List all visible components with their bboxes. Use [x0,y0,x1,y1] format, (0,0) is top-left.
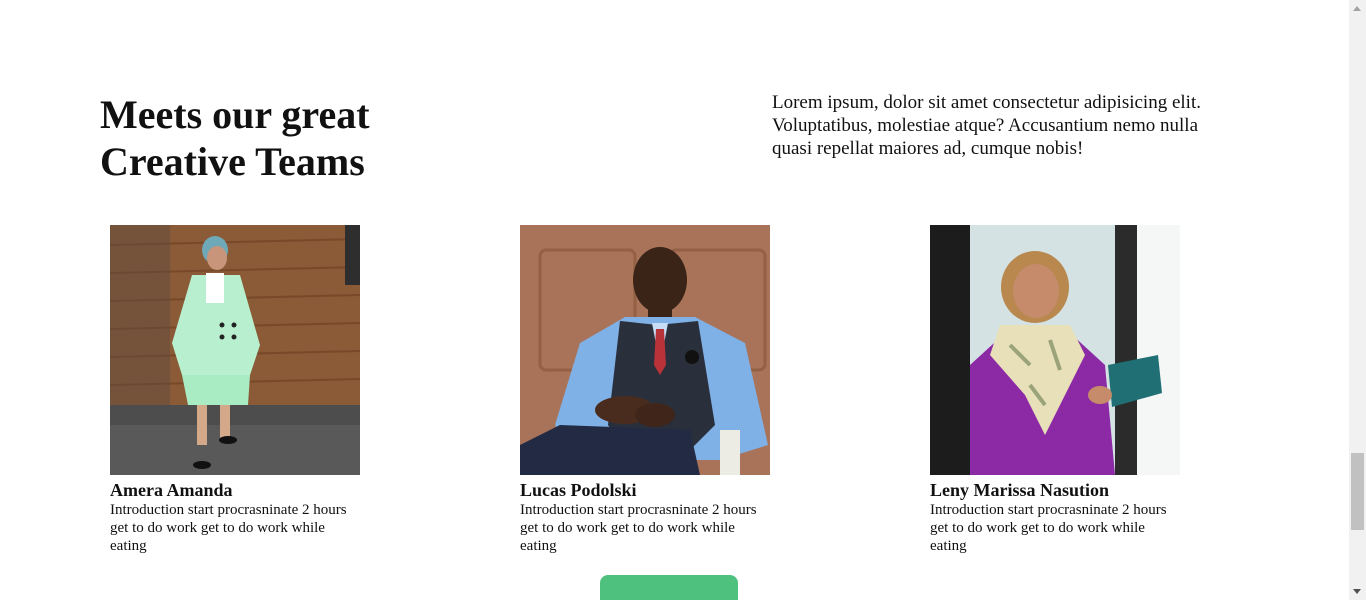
team-member-photo [110,225,360,475]
team-member-description: Introduction start procrasninate 2 hours… [520,502,757,554]
team-member-description: Introduction start procrasninate 2 hours… [930,502,1167,554]
team-card-amera-amanda: Amera Amanda Introduction start procrasn… [110,225,360,555]
vertical-scrollbar[interactable] [1349,0,1366,600]
scrollbar-thumb[interactable] [1351,453,1364,530]
section-title-line-1: Meets our great [100,92,370,137]
team-member-description: Introduction start procrasninate 2 hours… [110,502,347,554]
scroll-down-arrow-icon[interactable] [1353,589,1361,594]
team-member-name: Leny Marissa Nasution [930,480,1110,500]
section-intro: Lorem ipsum, dolor sit amet consectetur … [772,92,1201,159]
team-card-leny-marissa-nasution: Leny Marissa Nasution Introduction start… [930,225,1180,555]
team-member-name: Amera Amanda [110,480,233,500]
see-more-button[interactable]: See More [600,575,738,600]
team-section: Meets our great Creative Teams Lorem ips… [0,0,1349,600]
scroll-up-arrow-icon[interactable] [1353,6,1361,11]
team-member-name: Lucas Podolski [520,480,637,500]
team-member-photo [930,225,1180,475]
team-member-photo [520,225,770,475]
section-title-line-2: Creative Teams [100,139,365,184]
section-title: Meets our great Creative Teams [100,91,460,185]
team-card-lucas-podolski: Lucas Podolski Introduction start procra… [520,225,770,555]
